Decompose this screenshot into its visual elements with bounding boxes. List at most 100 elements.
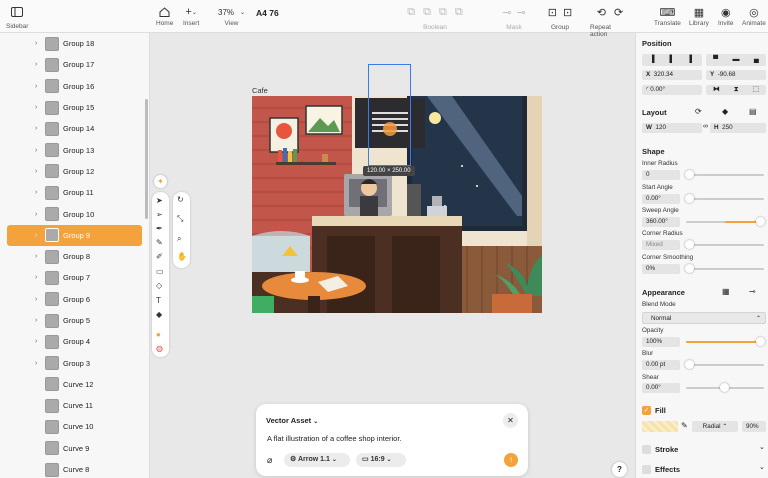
inner-radius-field[interactable]: 0 xyxy=(642,170,680,180)
direct-select-tool-icon[interactable]: ➢ xyxy=(156,210,163,219)
effects-checkbox[interactable] xyxy=(642,465,651,474)
intersect-icon[interactable]: ⧉ xyxy=(439,6,447,19)
subtract-icon[interactable]: ⧉ xyxy=(423,6,431,19)
inner-radius-knob[interactable] xyxy=(685,170,694,179)
repeat-icon[interactable]: ⟲ xyxy=(597,6,606,19)
corner-radius-field[interactable]: Mixed xyxy=(642,240,680,250)
align-bottom-icon[interactable]: ▄ xyxy=(754,54,759,66)
exclude-icon[interactable]: ⧉ xyxy=(455,6,463,19)
chevron-right-icon[interactable]: › xyxy=(35,338,37,345)
library-button[interactable]: ▦ Library xyxy=(689,4,709,28)
height-field[interactable]: H 250 xyxy=(710,123,766,133)
pencil-tool-icon[interactable]: ✎ xyxy=(156,238,163,247)
group-icon[interactable]: ⊡ xyxy=(548,6,557,19)
chevron-right-icon[interactable]: › xyxy=(35,253,37,260)
layer-row[interactable]: › Group 17 xyxy=(0,54,149,75)
chevron-right-icon[interactable]: › xyxy=(35,189,37,196)
layer-row[interactable]: Curve 9 xyxy=(0,438,149,459)
fill-tool-icon[interactable]: ◇ xyxy=(156,281,162,290)
ungroup-icon[interactable]: ⊡ xyxy=(563,6,572,19)
selection-box[interactable] xyxy=(368,64,411,166)
resize-icon[interactable]: ⟳ xyxy=(695,107,702,116)
visibility-icon[interactable]: ⊸ xyxy=(749,287,756,296)
chevron-right-icon[interactable]: › xyxy=(35,83,37,90)
mask-icon[interactable]: ⊸ xyxy=(502,6,511,19)
inner-radius-slider[interactable] xyxy=(686,174,764,176)
layer-row[interactable]: › Group 7 xyxy=(0,267,149,288)
home-button[interactable]: Home xyxy=(156,4,173,27)
stroke-checkbox[interactable] xyxy=(642,445,651,454)
corner-radius-knob[interactable] xyxy=(685,240,694,249)
aspect-ratio-selector[interactable]: ▭ 16:9 ⌄ xyxy=(356,453,406,467)
corner-smoothing-slider[interactable] xyxy=(686,268,764,270)
eraser-tool-icon[interactable]: ◆ xyxy=(156,310,162,319)
layer-row[interactable]: Curve 12 xyxy=(0,374,149,395)
layer-row[interactable]: › Group 3 xyxy=(0,352,149,373)
sweep-angle-field[interactable]: 360.00° xyxy=(642,217,680,227)
chevron-right-icon[interactable]: › xyxy=(35,104,37,111)
attachment-icon[interactable]: ⌀ xyxy=(267,455,272,466)
layers-stack-icon[interactable]: ◆ xyxy=(722,107,728,116)
invite-button[interactable]: ◉ Invite xyxy=(718,4,734,28)
prompt-text[interactable]: A flat illustration of a coffee shop int… xyxy=(267,434,402,443)
start-angle-slider[interactable] xyxy=(686,198,764,200)
chevron-right-icon[interactable]: › xyxy=(35,296,37,303)
layer-row[interactable]: › Group 8 xyxy=(0,246,149,267)
zoom-tool-icon[interactable]: ⌕ xyxy=(177,234,181,244)
blur-slider[interactable] xyxy=(686,364,764,366)
boolean-icons[interactable]: ⧉ ⧉ ⧉ ⧉ xyxy=(407,4,462,20)
corner-radius-slider[interactable] xyxy=(686,244,764,246)
chevron-right-icon[interactable]: › xyxy=(35,274,37,281)
zoom-control[interactable]: 37% ⌄ View xyxy=(218,4,245,28)
layer-row[interactable]: › Group 10 xyxy=(0,203,149,224)
align-right-icon[interactable]: ▌ xyxy=(690,54,695,66)
chevron-right-icon[interactable]: › xyxy=(35,360,37,367)
x-field[interactable]: X 320.34 xyxy=(642,70,702,80)
layer-row[interactable]: › Group 4 xyxy=(0,331,149,352)
flip-horizontal-icon[interactable]: ⧓ xyxy=(713,85,720,95)
insert-button[interactable]: + ⌄ Insert xyxy=(183,4,199,27)
rotation-field[interactable]: ◜ 0.00° xyxy=(642,85,702,95)
style-icon[interactable]: ▦ xyxy=(722,287,730,296)
layer-row[interactable]: › Group 13 xyxy=(0,139,149,160)
brush-tool-icon[interactable]: ✐ xyxy=(156,252,163,261)
animate-button[interactable]: ◎ Animate xyxy=(742,4,766,28)
sidebar-scrollbar[interactable] xyxy=(145,99,148,219)
rectangle-tool-icon[interactable]: ▭ xyxy=(156,267,164,276)
sidebar-toggle[interactable]: Sidebar xyxy=(6,4,28,30)
eyedropper-icon[interactable]: ✎ xyxy=(681,421,688,430)
layer-row[interactable]: › Group 16 xyxy=(0,76,149,97)
opacity-knob[interactable] xyxy=(756,337,765,346)
fill-swatch[interactable] xyxy=(642,421,678,432)
artboard-label[interactable]: Cafe xyxy=(252,86,268,95)
text-tool-icon[interactable]: T xyxy=(156,296,161,305)
align-center-icon[interactable]: ▌ xyxy=(670,54,675,66)
stroke-color-icon[interactable]: ◍ xyxy=(156,344,163,353)
repeat-alt-icon[interactable]: ⟳ xyxy=(614,6,623,19)
fill-color-icon[interactable]: ● xyxy=(156,330,161,339)
hand-tool-icon[interactable]: ✋ xyxy=(177,252,187,261)
chevron-right-icon[interactable]: › xyxy=(35,168,37,175)
corner-smoothing-field[interactable]: 0% xyxy=(642,264,680,274)
layer-row[interactable]: › Group 9 xyxy=(7,224,142,246)
shear-field[interactable]: 0.00° xyxy=(642,383,680,393)
add-tool-button[interactable]: ✦ xyxy=(154,175,167,188)
layer-row[interactable]: › Group 12 xyxy=(0,161,149,182)
flip-vertical-icon[interactable]: ⧗ xyxy=(734,85,739,95)
mode-selector[interactable]: Vector Asset ⌄ xyxy=(266,416,318,425)
link-proportions-icon[interactable]: ∞ xyxy=(703,123,708,130)
align-left-icon[interactable]: ▐ xyxy=(650,54,655,66)
submit-button[interactable]: ↑ xyxy=(504,453,518,467)
opacity-slider[interactable] xyxy=(686,341,764,343)
pointer-tool-icon[interactable]: ➤ xyxy=(156,196,163,205)
model-selector[interactable]: ⚙ Arrow 1.1 ⌄ xyxy=(284,453,350,467)
chevron-right-icon[interactable]: › xyxy=(35,317,37,324)
chevron-right-icon[interactable]: › xyxy=(35,125,37,132)
corner-smoothing-knob[interactable] xyxy=(685,264,694,273)
layer-row[interactable]: › Group 14 xyxy=(0,118,149,139)
align-middle-icon[interactable]: ▬ xyxy=(732,54,739,66)
blur-knob[interactable] xyxy=(685,360,694,369)
chevron-right-icon[interactable]: › xyxy=(35,147,37,154)
layer-row[interactable]: › Group 18 xyxy=(0,33,149,54)
align-top-icon[interactable]: ▀ xyxy=(713,54,718,66)
